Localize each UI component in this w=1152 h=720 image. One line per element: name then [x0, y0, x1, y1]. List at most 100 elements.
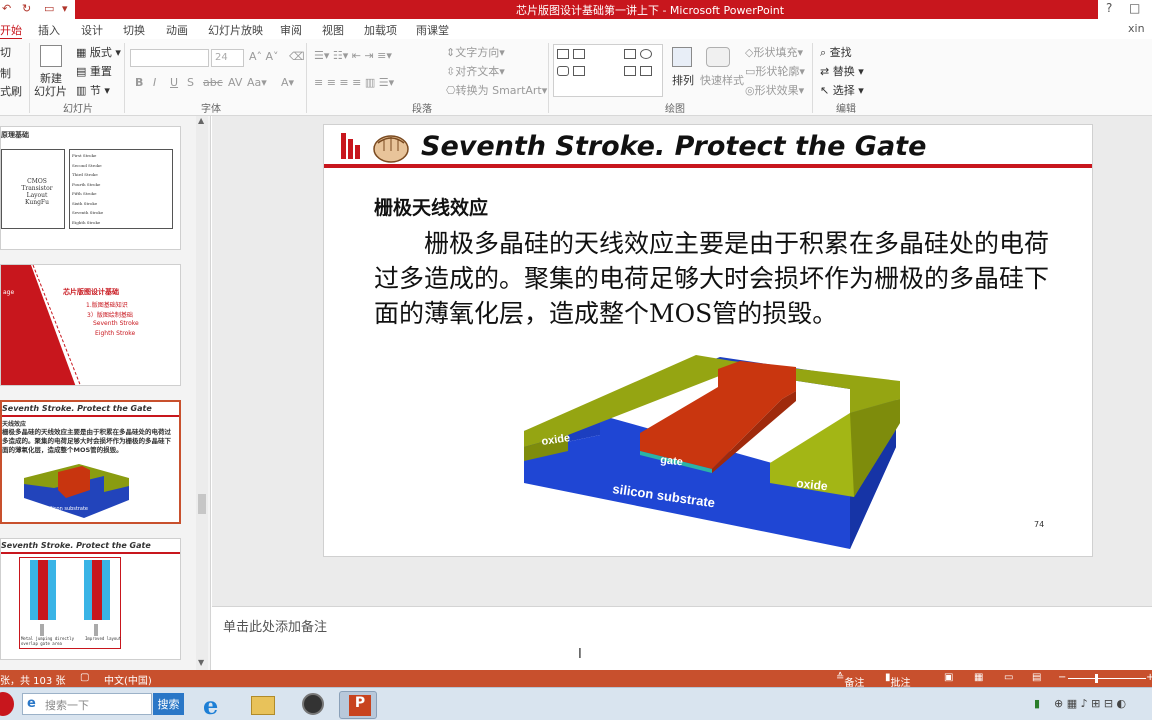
- redo-icon[interactable]: ↻: [22, 2, 31, 15]
- gate-label: gate: [660, 454, 684, 468]
- notes-pane[interactable]: 单击此处添加备注 I: [212, 606, 1152, 670]
- slide-body-text[interactable]: 栅极多晶硅的天线效应主要是由于积累在多晶硅处的电荷过多造成的。聚集的电荷足够大时…: [374, 226, 1054, 331]
- replace-label: 替换: [832, 65, 855, 78]
- comments-toggle[interactable]: ▮ 批注: [885, 672, 911, 689]
- section-button[interactable]: ▥ 节 ▾: [76, 82, 110, 98]
- tab-slideshow[interactable]: 幻灯片放映: [208, 22, 263, 38]
- taskbar-search-input[interactable]: e 搜索一下: [22, 693, 152, 715]
- qat-more-icon[interactable]: ▾: [62, 2, 68, 15]
- char-spacing-icon[interactable]: AV: [228, 76, 242, 89]
- shape-outline-button[interactable]: ▭形状轮廓▾: [745, 63, 805, 79]
- slide-thumbnail-selected[interactable]: Seventh Stroke. Protect the Gate 天线效应 栅极…: [0, 400, 181, 524]
- notes-toggle[interactable]: ≙ 备注: [836, 672, 864, 689]
- bullets-icon[interactable]: ☰▾ ☷▾ ⇤ ⇥ ≡▾: [314, 49, 392, 62]
- normal-view-icon[interactable]: ▣: [944, 672, 953, 683]
- grow-font-icon[interactable]: A˄ A˅: [249, 50, 279, 63]
- slide-subtitle[interactable]: 栅极天线效应: [374, 193, 488, 220]
- tray-icons[interactable]: ⊕ ▦ ♪ ⊞ ⊟ ◐: [1054, 697, 1126, 710]
- ribbon: 切 制 式刷 新建 幻灯片 ▦ 版式 ▾ ▤ 重置 ▥ 节 ▾ 幻灯片 24 A…: [0, 39, 1152, 116]
- strikethrough-button[interactable]: abc: [203, 76, 223, 89]
- thumbnail-scrollbar[interactable]: ▲ ▼: [196, 116, 208, 670]
- notes-placeholder[interactable]: 单击此处添加备注: [223, 616, 327, 635]
- find-button[interactable]: ⌕ 查找: [820, 44, 852, 60]
- slide-thumbnail[interactable]: age 芯片版图设计基础 1.版图基础知识 3）版图绘制基础 Seventh S…: [0, 264, 181, 386]
- copy-button[interactable]: 制: [0, 65, 11, 81]
- start-from-beginning-icon[interactable]: ▭: [44, 2, 54, 15]
- tab-review[interactable]: 审阅: [280, 22, 302, 38]
- slide-page-number: 74: [1034, 520, 1045, 529]
- reading-view-icon[interactable]: ▭: [1004, 672, 1013, 683]
- clear-format-icon[interactable]: ⌫: [289, 50, 305, 63]
- scrollbar-thumb[interactable]: [198, 494, 206, 514]
- new-slide-button-label2[interactable]: 幻灯片: [34, 83, 67, 99]
- italic-button[interactable]: I: [153, 76, 156, 89]
- user-name[interactable]: xin: [1128, 22, 1145, 35]
- section-label: 节: [89, 84, 101, 97]
- tab-addins[interactable]: 加载项: [364, 22, 397, 38]
- slide-title[interactable]: Seventh Stroke. Protect the Gate: [421, 131, 926, 162]
- language-indicator[interactable]: 中文(中国): [104, 672, 152, 687]
- obs-icon[interactable]: [293, 691, 331, 719]
- slide-thumbnail[interactable]: 原理基础 CMOS Transistor Layout KungFu First…: [0, 126, 181, 250]
- arrange-button[interactable]: 排列: [672, 72, 694, 88]
- scroll-down-icon[interactable]: ▼: [198, 658, 204, 667]
- zoom-in-icon[interactable]: +: [1146, 672, 1152, 683]
- tab-design[interactable]: 设计: [81, 22, 103, 38]
- select-button[interactable]: ↖ 选择 ▾: [820, 82, 864, 98]
- format-painter-button[interactable]: 式刷: [0, 83, 22, 99]
- zoom-slider[interactable]: [1068, 678, 1146, 679]
- bold-button[interactable]: B: [135, 76, 143, 89]
- new-slide-icon[interactable]: [40, 45, 62, 67]
- powerpoint-taskbar-icon[interactable]: P: [339, 691, 377, 719]
- taskbar-search-button[interactable]: 搜索: [153, 693, 184, 715]
- tab-insert[interactable]: 插入: [38, 22, 60, 38]
- quick-styles-button[interactable]: 快速样式: [700, 72, 744, 88]
- shape-fill-button[interactable]: ◇形状填充▾: [745, 44, 803, 60]
- align-icons[interactable]: ≡ ≡ ≡ ≡ ▥ ☰▾: [314, 76, 394, 89]
- zoom-slider-thumb[interactable]: [1095, 674, 1098, 683]
- tab-home[interactable]: 开始: [0, 22, 22, 40]
- font-color-icon[interactable]: A▾: [281, 76, 294, 89]
- restore-button[interactable]: □: [1129, 1, 1140, 15]
- spell-check-icon[interactable]: ▢: [80, 672, 89, 683]
- slides-group-label: 幻灯片: [63, 104, 93, 115]
- slide-sorter-icon[interactable]: ▦: [974, 672, 983, 683]
- shadow-button[interactable]: S: [187, 76, 194, 89]
- tab-rain-classroom[interactable]: 雨课堂: [416, 22, 449, 38]
- layout-button[interactable]: ▦ 版式 ▾: [76, 44, 121, 60]
- shapes-gallery[interactable]: [553, 44, 663, 97]
- file-explorer-icon[interactable]: [243, 691, 281, 719]
- battery-icon[interactable]: ▮: [1034, 697, 1040, 710]
- underline-button[interactable]: U: [170, 76, 178, 89]
- cut-button[interactable]: 切: [0, 44, 11, 60]
- tab-animations[interactable]: 动画: [166, 22, 188, 38]
- quick-styles-icon[interactable]: [706, 47, 730, 67]
- ribbon-tabs: 开始 插入 设计 切换 动画 幻灯片放映 审阅 视图 加载项 雨课堂 xin: [0, 19, 1152, 40]
- replace-button[interactable]: ⇄ 替换 ▾: [820, 63, 864, 79]
- internet-explorer-icon[interactable]: e: [193, 691, 231, 720]
- slideshow-icon[interactable]: ▤: [1032, 672, 1041, 683]
- zoom-out-icon[interactable]: −: [1058, 672, 1066, 683]
- start-button-icon[interactable]: [0, 692, 14, 716]
- text-direction-button[interactable]: ⇕文字方向▾: [446, 44, 505, 60]
- current-slide[interactable]: Seventh Stroke. Protect the Gate 栅极天线效应 …: [323, 124, 1093, 557]
- scroll-up-icon[interactable]: ▲: [198, 116, 204, 125]
- title-underline: [324, 164, 1092, 168]
- mos-gate-figure[interactable]: oxide oxide gate silicon substrate: [520, 343, 900, 553]
- undo-icon[interactable]: ↶: [2, 2, 11, 15]
- shape-effects-button[interactable]: ◎形状效果▾: [745, 82, 804, 98]
- shape-effects-label: 形状效果: [754, 84, 799, 97]
- tab-view[interactable]: 视图: [322, 22, 344, 38]
- shape-fill-label: 形状填充: [753, 46, 798, 59]
- help-button[interactable]: ?: [1106, 1, 1112, 15]
- font-size-combo[interactable]: 24: [211, 49, 244, 67]
- status-bar: 张，共 103 张 ▢ 中文(中国) ≙ 备注 ▮ 批注 ▣ ▦ ▭ ▤ − +: [0, 670, 1152, 689]
- smartart-button[interactable]: ⎔转换为 SmartArt▾: [446, 82, 547, 98]
- slide-thumbnail[interactable]: Seventh Stroke. Protect the Gate Metal j…: [0, 538, 181, 660]
- reset-button[interactable]: ▤ 重置: [76, 63, 112, 79]
- change-case-icon[interactable]: Aa▾: [247, 76, 267, 89]
- tab-transitions[interactable]: 切换: [123, 22, 145, 38]
- arrange-icon[interactable]: [672, 47, 692, 67]
- align-text-button[interactable]: ⇳对齐文本▾: [446, 63, 505, 79]
- font-name-combo[interactable]: [130, 49, 209, 67]
